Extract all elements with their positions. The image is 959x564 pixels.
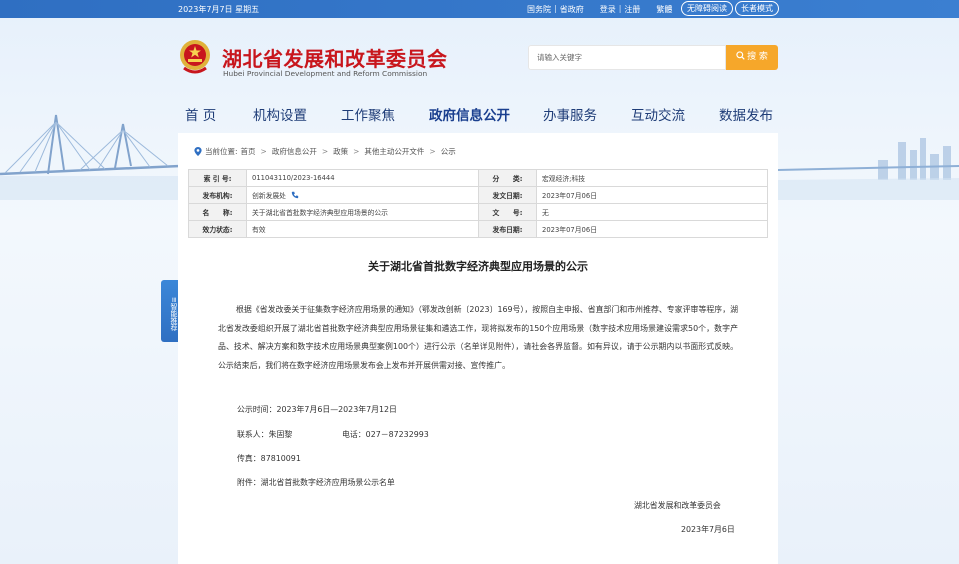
publish-date-label: 发文日期:	[478, 186, 537, 204]
nav-gov-info-disclosure[interactable]: 政府信息公开	[429, 104, 510, 124]
search-button-label: 搜 索	[747, 52, 768, 62]
breadcrumb: 当前位置: 首页 > 政府信息公开 > 政策 > 其他主动公开文件 > 公示	[194, 146, 456, 157]
nav-work-focus[interactable]: 工作聚焦	[341, 104, 395, 124]
site-header: 湖北省发展和改革委员会 Hubei Provincial Development…	[0, 18, 959, 94]
breadcrumb-notice[interactable]: 公示	[441, 146, 456, 157]
breadcrumb-separator: >	[429, 147, 436, 156]
contact-person: 联系人：朱固黎	[237, 430, 293, 439]
table-row: 名 称: 关于湖北省首批数字经济典型应用场景的公示 文 号: 无	[188, 203, 768, 221]
signer: 湖北省发展和改革委员会	[634, 501, 721, 510]
sign-date: 2023年7月6日	[681, 525, 735, 534]
nav-services[interactable]: 办事服务	[543, 104, 597, 124]
category-value: 宏观经济;科技	[536, 169, 768, 187]
status-value: 有效	[246, 220, 479, 238]
site-subtitle: Hubei Provincial Development and Reform …	[223, 69, 428, 78]
breadcrumb-separator: >	[321, 147, 329, 156]
attachment-link[interactable]: 附件：湖北省首批数字经济应用场景公示名单	[237, 477, 395, 488]
name-label: 名 称:	[188, 203, 247, 221]
elder-mode-button[interactable]: 长者模式	[735, 1, 779, 16]
register-link[interactable]: 注册	[624, 4, 640, 15]
article-paragraph-text: 根据《省发改委关于征集数字经济应用场景的通知》（鄂发改创新〔2023〕169号）…	[218, 305, 738, 370]
top-bar: 2023年7月7日 星期五 国务院 | 省政府 登录 | 注册 繁體 无障碍阅读…	[0, 0, 959, 18]
publish-date-value: 2023年07月06日	[536, 186, 768, 204]
contact-fax: 传真：87810091	[237, 454, 301, 463]
name-value: 关于湖北省首批数字经济典型应用场景的公示	[246, 203, 479, 221]
nav-data-release[interactable]: 数据发布	[719, 104, 773, 124]
traditional-chinese-link[interactable]: 繁體	[656, 4, 672, 15]
nav-interaction[interactable]: 互动交流	[631, 104, 685, 124]
contact-phone: 电话：027－87232993	[342, 430, 429, 439]
article-title: 关于湖北省首批数字经济典型应用场景的公示	[368, 260, 588, 273]
location-pin-icon	[194, 147, 202, 156]
nav-home[interactable]: 首 页	[185, 104, 216, 124]
breadcrumb-separator: >	[353, 147, 360, 156]
site-title[interactable]: 湖北省发展和改革委员会	[222, 43, 448, 72]
status-label: 效力状态:	[188, 220, 247, 238]
main-nav: 首 页 机构设置 工作聚焦 政府信息公开 办事服务 互动交流 数据发布	[0, 94, 959, 132]
nav-organization[interactable]: 机构设置	[253, 104, 307, 124]
breadcrumb-separator: >	[260, 147, 267, 156]
divider: |	[554, 4, 557, 13]
release-date-label: 发布日期:	[478, 220, 537, 238]
document-info-table: 索 引 号: 011043110/2023-16444 分 类: 宏观经济;科技…	[188, 169, 768, 238]
doc-no-label: 文 号:	[478, 203, 537, 221]
search-input[interactable]: 请输入关键字	[528, 45, 726, 70]
notice-period: 公示时间：2023年7月6日—2023年7月12日	[237, 405, 397, 414]
doc-no-value: 无	[536, 203, 768, 221]
category-label: 分 类:	[478, 169, 537, 187]
phone-icon[interactable]	[291, 191, 299, 199]
link-state-council[interactable]: 国务院	[527, 4, 551, 15]
table-row: 效力状态: 有效 发布日期: 2023年07月06日	[188, 220, 768, 238]
publisher-label: 发布机构:	[188, 186, 247, 204]
smart-recommend-tab[interactable]: ≡智能推荐	[161, 280, 178, 342]
article-paragraph: 根据《省发改委关于征集数字经济应用场景的通知》（鄂发改创新〔2023〕169号）…	[218, 301, 738, 375]
divider: |	[618, 4, 622, 13]
index-no-label: 索 引 号:	[188, 169, 247, 187]
smart-recommend-label: 智能推荐	[170, 302, 178, 331]
release-date-value: 2023年07月06日	[536, 220, 768, 238]
breadcrumb-prefix: 当前位置:	[205, 147, 238, 156]
publisher-cell: 创新发展处	[246, 186, 479, 204]
top-links: 国务院 | 省政府 登录 | 注册 繁體	[527, 4, 672, 15]
index-no-value: 011043110/2023-16444	[246, 169, 479, 187]
city-skyline-illustration	[778, 138, 959, 200]
breadcrumb-gov-info[interactable]: 政府信息公开	[272, 146, 317, 157]
national-emblem-icon[interactable]	[178, 38, 212, 76]
search-icon	[736, 51, 745, 60]
link-provincial-gov[interactable]: 省政府	[560, 4, 584, 15]
accessibility-button[interactable]: 无障碍阅读	[681, 1, 733, 16]
login-link[interactable]: 登录	[600, 4, 616, 15]
breadcrumb-home[interactable]: 首页	[241, 146, 256, 157]
breadcrumb-other-files[interactable]: 其他主动公开文件	[364, 146, 424, 157]
current-date: 2023年7月7日 星期五	[178, 5, 260, 14]
table-row: 发布机构: 创新发展处 发文日期: 2023年07月06日	[188, 186, 768, 204]
publisher-value: 创新发展处	[252, 192, 286, 200]
table-row: 索 引 号: 011043110/2023-16444 分 类: 宏观经济;科技	[188, 169, 768, 187]
breadcrumb-policy[interactable]: 政策	[333, 146, 348, 157]
top-bar-background	[0, 0, 959, 18]
search-button[interactable]: 搜 索	[726, 45, 778, 70]
